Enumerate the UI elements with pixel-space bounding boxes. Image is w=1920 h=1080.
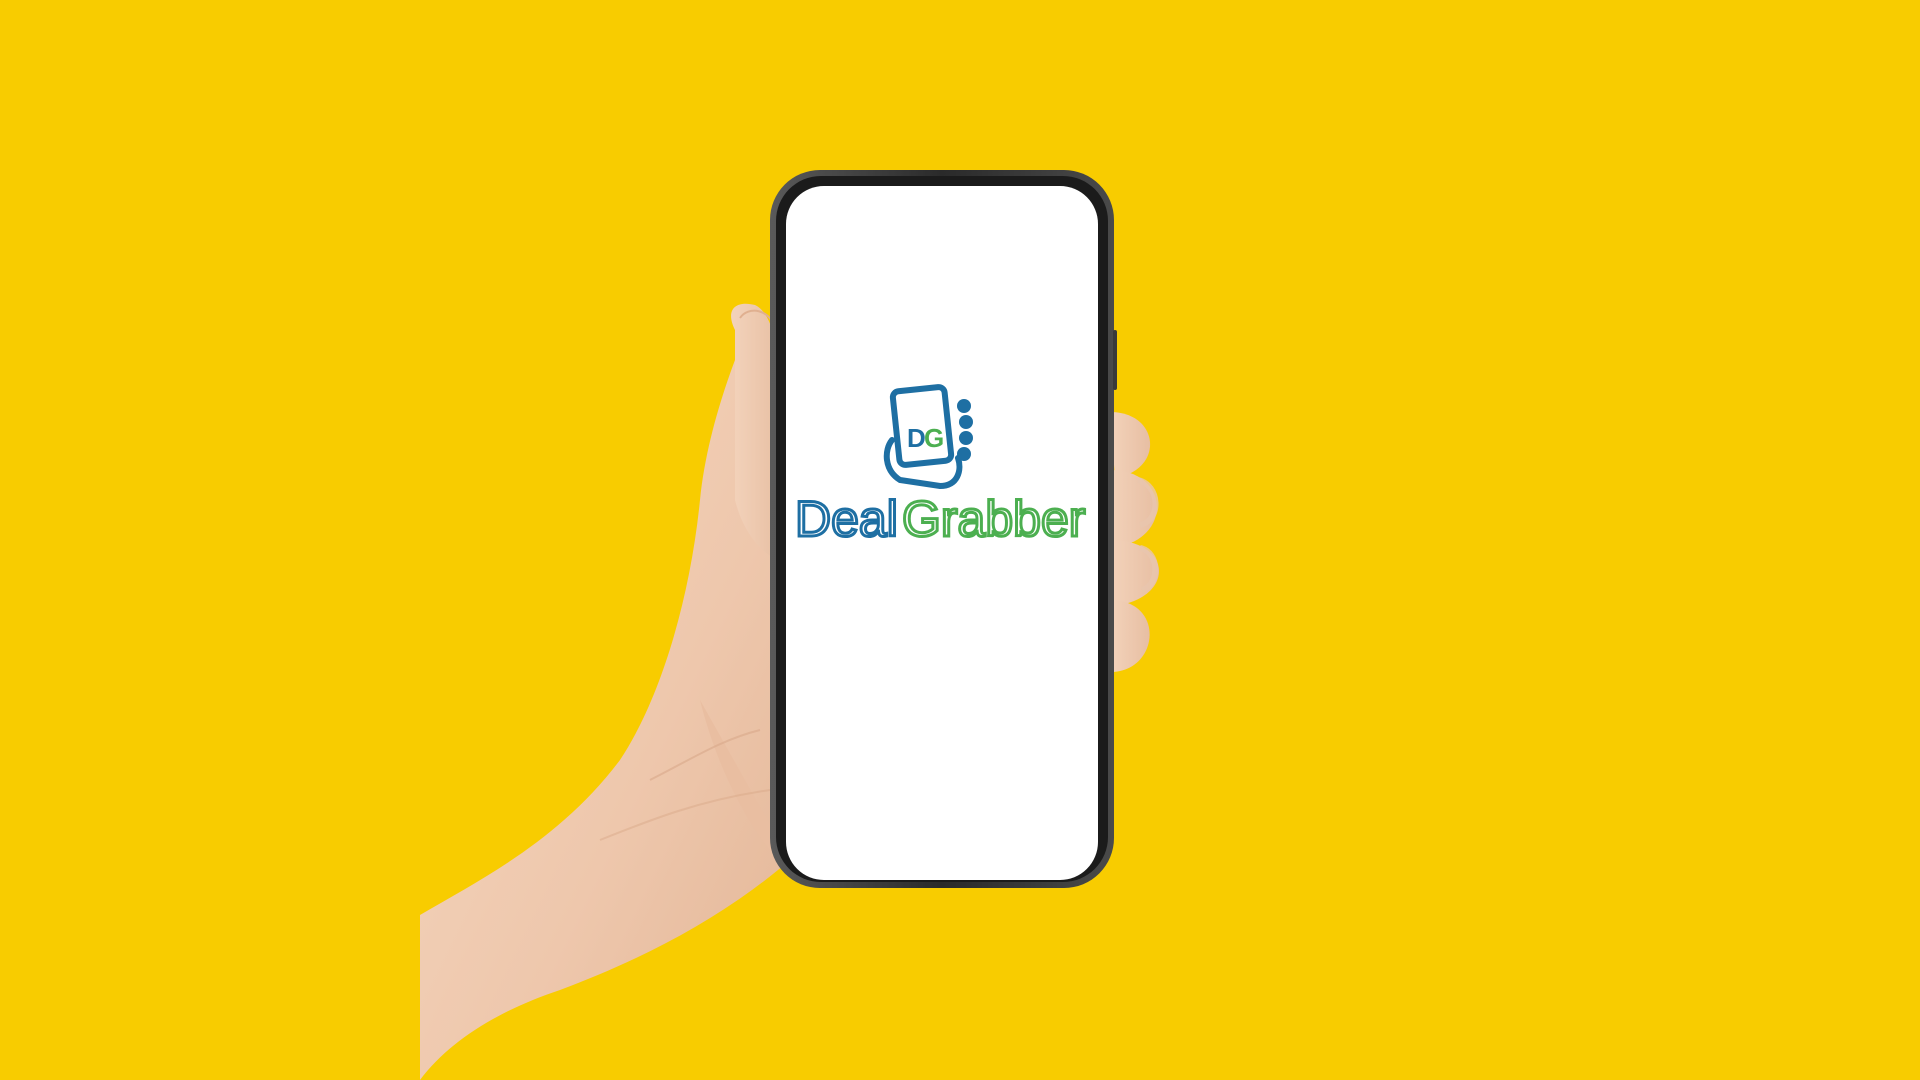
logo-monogram-g: G [924, 423, 944, 453]
logo-word-deal: Deal [795, 491, 898, 547]
logo-monogram-d: D [907, 423, 926, 453]
logo-wordmark: Deal Grabber [794, 490, 1087, 549]
logo-word-grabber: Grabber [902, 491, 1085, 547]
scene: D G Deal Grabber [420, 170, 1160, 1080]
